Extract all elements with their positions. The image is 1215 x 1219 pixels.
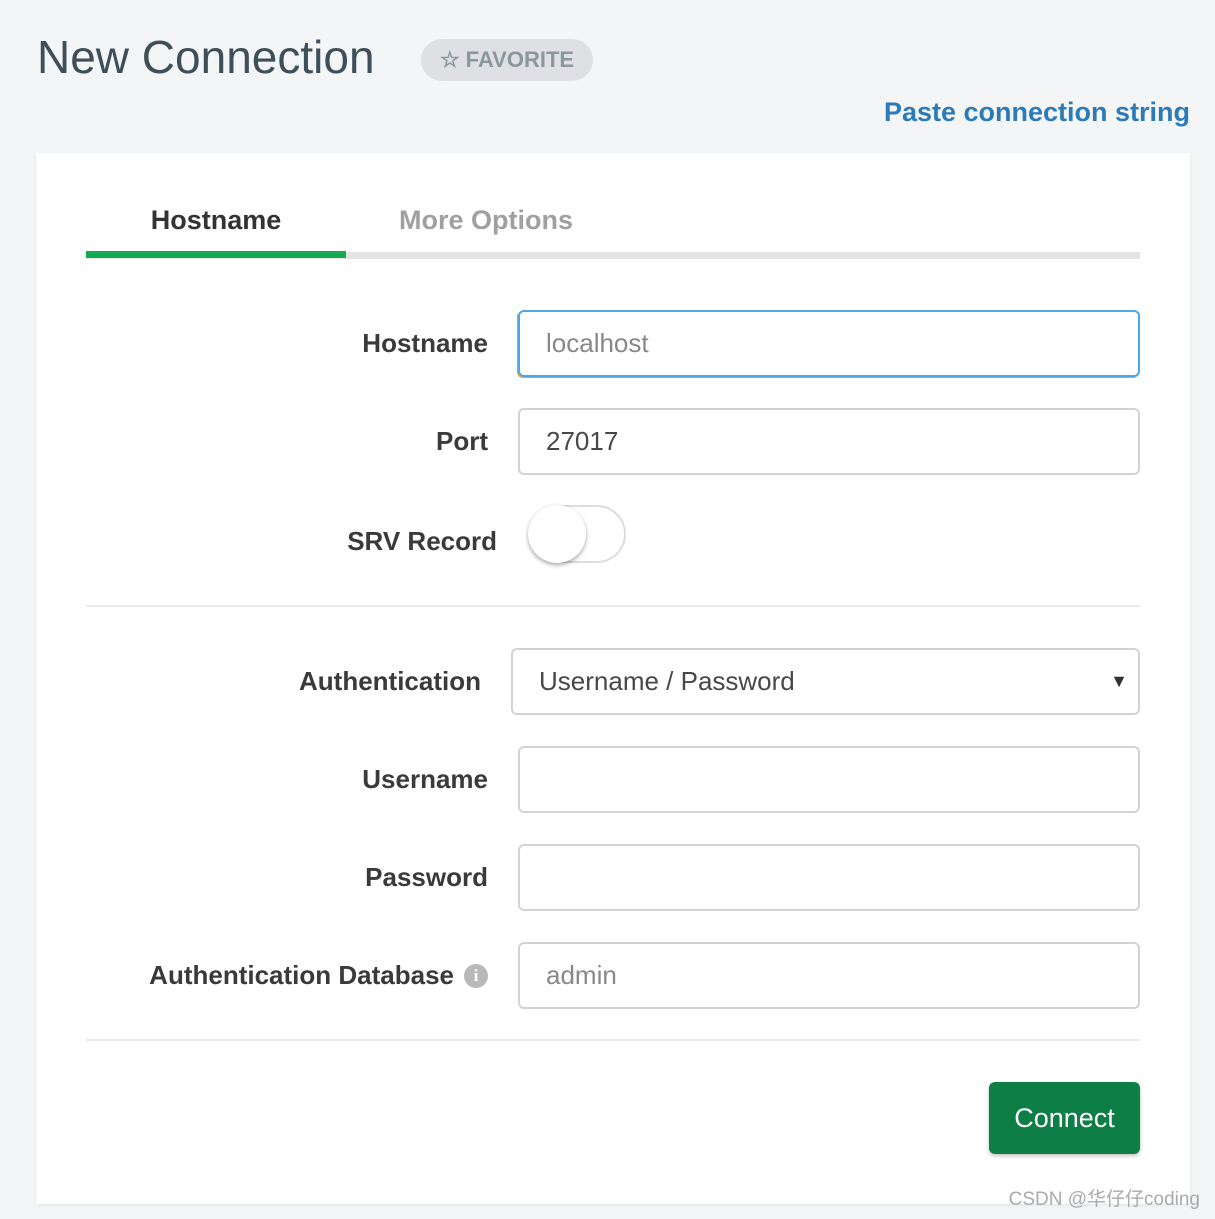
divider	[86, 605, 1140, 607]
auth-db-input[interactable]: admin	[518, 942, 1140, 1009]
tab-more-options[interactable]: More Options	[356, 205, 616, 236]
port-input[interactable]: 27017	[518, 408, 1140, 475]
username-input[interactable]	[518, 746, 1140, 813]
srv-record-toggle[interactable]	[528, 505, 626, 563]
hostname-row: Hostname localhost	[86, 310, 1140, 377]
srv-label: SRV Record	[347, 526, 497, 556]
paste-connection-string-link[interactable]: Paste connection string	[884, 97, 1190, 128]
tab-bar: Hostname More Options	[86, 193, 1140, 259]
divider	[86, 1039, 1140, 1041]
info-icon[interactable]: i	[464, 963, 488, 988]
caret-down-icon: ▼	[1110, 671, 1128, 691]
favorite-label: FAVORITE	[465, 47, 575, 72]
username-row: Username	[86, 746, 1140, 813]
favorite-button[interactable]: ☆ FAVORITE	[421, 39, 593, 81]
authentication-row: Authentication Username / Password ▼	[86, 648, 1140, 715]
port-label: Port	[436, 426, 488, 456]
password-row: Password	[86, 844, 1140, 911]
tab-hostname[interactable]: Hostname	[86, 205, 346, 258]
auth-db-row: Authentication Database i admin	[86, 942, 1140, 1009]
hostname-label: Hostname	[362, 328, 488, 358]
authentication-select[interactable]: Username / Password ▼	[511, 648, 1140, 715]
star-icon: ☆	[439, 47, 460, 72]
password-label: Password	[365, 862, 488, 892]
connect-button[interactable]: Connect	[989, 1082, 1140, 1154]
password-input[interactable]	[518, 844, 1140, 911]
watermark: CSDN @华仔仔coding	[1008, 1189, 1200, 1210]
auth-db-label: Authentication Database	[149, 960, 454, 990]
port-row: Port 27017	[86, 408, 1140, 475]
toggle-knob	[528, 505, 586, 563]
auth-db-label-group: Authentication Database i	[149, 960, 488, 991]
username-label: Username	[362, 764, 488, 794]
page-title: New Connection	[37, 31, 375, 83]
connection-form-card: Hostname More Options Hostname localhost…	[36, 153, 1190, 1204]
hostname-input[interactable]: localhost	[518, 310, 1140, 377]
authentication-label: Authentication	[299, 666, 481, 696]
authentication-selected-value: Username / Password	[539, 666, 795, 696]
